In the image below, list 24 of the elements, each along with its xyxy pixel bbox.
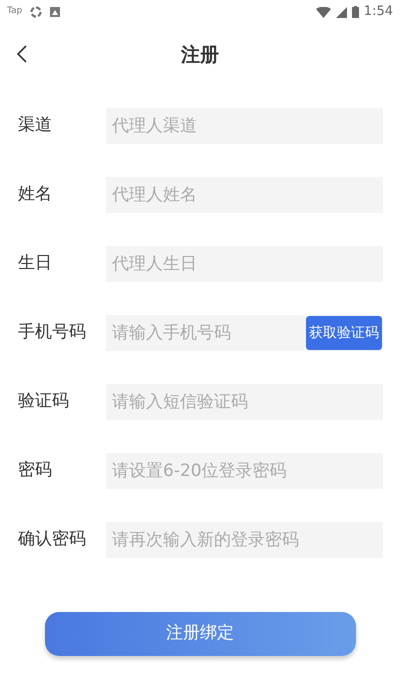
field-label: 手机号码	[18, 321, 87, 344]
get-code-button[interactable]: 获取验证码	[305, 315, 383, 351]
field-label: 确认密码	[18, 528, 87, 552]
input-field[interactable]: 请设置6-20位登录密码	[106, 453, 383, 489]
clock: 1:54	[364, 3, 393, 22]
input-field[interactable]: 请输入手机号码	[106, 315, 305, 351]
image-icon	[50, 7, 60, 17]
wifi-icon	[316, 6, 331, 18]
register-button[interactable]: 注册绑定	[44, 612, 356, 656]
field-label: 生日	[18, 252, 53, 276]
field-label: 渠道	[18, 114, 53, 138]
page-title: 注册	[181, 42, 219, 68]
field-label: 密码	[18, 459, 53, 482]
input-field[interactable]: 请再次输入新的登录密码	[106, 522, 383, 558]
app-label: Tap	[7, 5, 22, 18]
back-icon	[17, 45, 27, 63]
input-field[interactable]: 代理人姓名	[106, 177, 383, 213]
input-field[interactable]: 代理人渠道	[106, 108, 383, 144]
signal-icon	[336, 6, 347, 18]
input-field[interactable]: 代理人生日	[106, 246, 383, 282]
input-field[interactable]: 请输入短信验证码	[106, 384, 383, 420]
field-label: 验证码	[18, 390, 70, 414]
battery-icon	[352, 6, 359, 18]
field-label: 姓名	[18, 183, 53, 206]
